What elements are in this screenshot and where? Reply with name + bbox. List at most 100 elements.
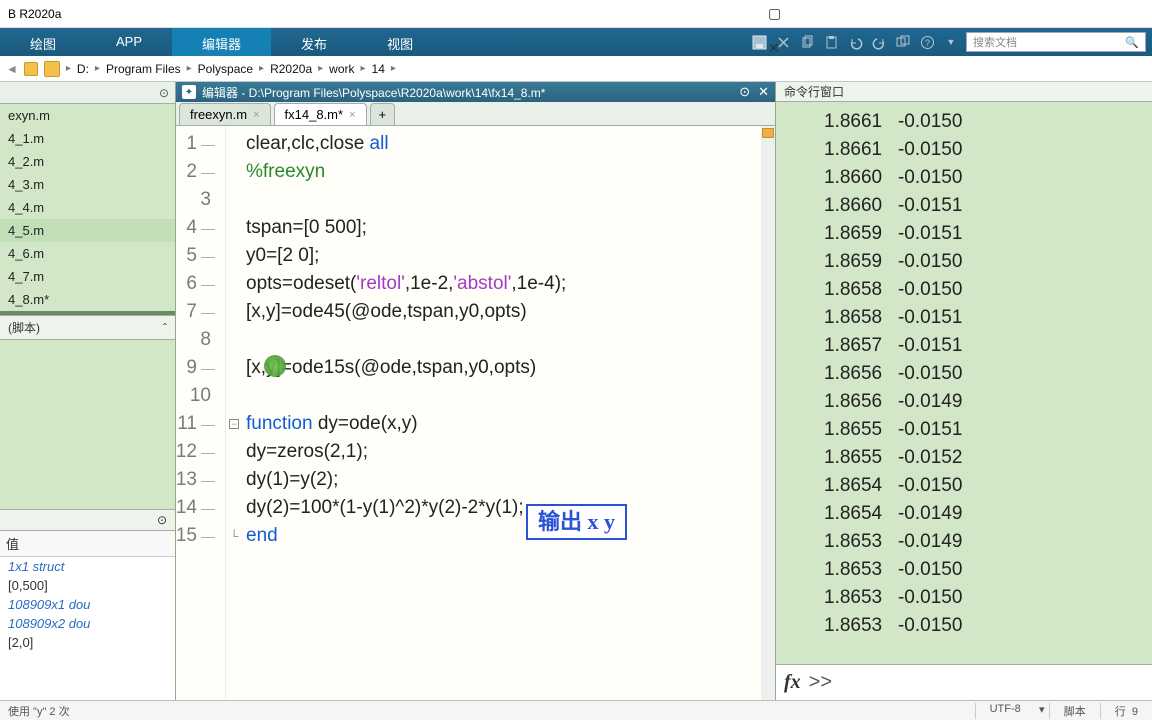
cut-icon[interactable] xyxy=(774,33,792,51)
code-line[interactable]: dy=zeros(2,1); xyxy=(246,438,769,466)
line-number[interactable]: 5— xyxy=(176,242,215,270)
code-line[interactable] xyxy=(246,326,769,354)
toolstrip-tab-4[interactable]: 视图 xyxy=(357,28,443,56)
editor-title-bar[interactable]: ✦ 编辑器 - D:\Program Files\Polyspace\R2020… xyxy=(176,82,775,102)
paste-icon[interactable] xyxy=(822,33,840,51)
code-line[interactable] xyxy=(246,382,769,410)
code-line[interactable]: dy(2)=100*(1-y(1)^2)*y(2)-2*y(1); xyxy=(246,494,769,522)
code-line[interactable]: y0=[2 0]; xyxy=(246,242,769,270)
workspace-value[interactable]: [0,500] xyxy=(0,576,175,595)
line-number[interactable]: 2— xyxy=(176,158,215,186)
editor-scrollbar[interactable] xyxy=(761,126,775,700)
breadcrumb-2[interactable]: Polyspace xyxy=(198,62,253,76)
history-icon[interactable] xyxy=(24,62,38,76)
code-line[interactable]: function dy=ode(x,y) xyxy=(246,410,769,438)
line-number[interactable]: 1— xyxy=(176,130,215,158)
folder-icon[interactable] xyxy=(44,61,60,77)
line-number[interactable]: 13— xyxy=(176,466,215,494)
panel-menu-icon[interactable]: ⊙ xyxy=(159,86,169,100)
switch-windows-icon[interactable] xyxy=(894,33,912,51)
editor-panel: ✦ 编辑器 - D:\Program Files\Polyspace\R2020… xyxy=(176,82,776,700)
status-encoding: UTF-8 xyxy=(975,703,1035,719)
dropdown-icon[interactable]: ▼ xyxy=(942,33,960,51)
code-line[interactable]: %freexyn xyxy=(246,158,769,186)
toolstrip-tab-0[interactable]: 绘图 xyxy=(0,28,86,56)
editor-tabs[interactable]: freexyn.m×fx14_8.m*×+ xyxy=(176,102,775,126)
editor-close-icon[interactable]: ✕ xyxy=(758,84,769,100)
file-list[interactable]: exyn.m4_1.m4_2.m4_3.m4_4.m4_5.m4_6.m4_7.… xyxy=(0,104,175,311)
line-number[interactable]: 9— xyxy=(176,354,215,382)
maximize-button[interactable]: ▢ xyxy=(768,5,1144,22)
breadcrumb-4[interactable]: work xyxy=(329,62,354,76)
code-line[interactable]: tspan=[0 500]; xyxy=(246,214,769,242)
search-input[interactable]: 搜索文档 🔍 xyxy=(966,32,1146,52)
file-item[interactable]: 4_5.m xyxy=(0,219,175,242)
line-number[interactable]: 12— xyxy=(176,438,215,466)
line-number[interactable]: 15— xyxy=(176,522,215,550)
panel-menu-icon-2[interactable]: ⊙ xyxy=(157,513,167,527)
code-line[interactable]: end xyxy=(246,522,769,550)
line-number[interactable]: 6— xyxy=(176,270,215,298)
file-item[interactable]: 4_7.m xyxy=(0,265,175,288)
code-line[interactable]: dy(1)=y(2); xyxy=(246,466,769,494)
toolstrip: 绘图APP编辑器发布视图 ? ▼ 搜索文档 🔍 xyxy=(0,28,1152,56)
address-bar[interactable]: ◄ ▸ D:▸Program Files▸Polyspace▸R2020a▸wo… xyxy=(0,56,1152,82)
workspace-value[interactable]: 1x1 struct xyxy=(0,557,175,576)
code-line[interactable]: clear,clc,close all xyxy=(246,130,769,158)
fold-icon[interactable]: − xyxy=(226,410,242,438)
workspace-value[interactable]: 108909x1 dou xyxy=(0,595,175,614)
code-line[interactable] xyxy=(246,186,769,214)
collapse-icon[interactable]: ˆ xyxy=(163,321,167,335)
toolstrip-tab-2[interactable]: 编辑器 xyxy=(172,28,271,56)
code-editor[interactable]: 1—2—34—5—6—7—89—1011—12—13—14—15— −└ 输出 … xyxy=(176,126,775,700)
output-row: 1.8661 -0.0150 xyxy=(788,136,1140,164)
dock-icon[interactable]: ⊙ xyxy=(739,84,750,100)
breadcrumb-3[interactable]: R2020a xyxy=(270,62,312,76)
fx-icon[interactable]: fx xyxy=(784,671,801,694)
new-tab-button[interactable]: + xyxy=(370,103,396,125)
line-number[interactable]: 10 xyxy=(176,382,215,410)
toolstrip-tab-1[interactable]: APP xyxy=(86,28,172,56)
editor-tab-0[interactable]: freexyn.m× xyxy=(179,103,271,125)
breadcrumb-5[interactable]: 14 xyxy=(372,62,385,76)
line-number[interactable]: 14— xyxy=(176,494,215,522)
copy-icon[interactable] xyxy=(798,33,816,51)
back-icon[interactable]: ◄ xyxy=(6,62,18,76)
workspace-value[interactable]: [2,0] xyxy=(0,633,175,652)
status-mode: 脚本 xyxy=(1049,703,1100,719)
code-line[interactable]: [x,y]=ode15s(@ode,tspan,y0,opts) xyxy=(246,354,769,382)
editor-tab-1[interactable]: fx14_8.m*× xyxy=(274,103,367,125)
file-item[interactable]: 4_6.m xyxy=(0,242,175,265)
line-number[interactable]: 7— xyxy=(176,298,215,326)
line-number[interactable]: 8 xyxy=(176,326,215,354)
output-row: 1.8655 -0.0151 xyxy=(788,416,1140,444)
help-icon[interactable]: ? xyxy=(918,33,936,51)
workspace-table[interactable]: 值 1x1 struct[0,500]108909x1 dou108909x2 … xyxy=(0,531,175,700)
line-number[interactable]: 11— xyxy=(176,410,215,438)
breadcrumb-1[interactable]: Program Files xyxy=(106,62,181,76)
file-item[interactable]: 4_3.m xyxy=(0,173,175,196)
save-icon[interactable] xyxy=(750,33,768,51)
file-item[interactable]: 4_1.m xyxy=(0,127,175,150)
command-prompt[interactable]: fx >> xyxy=(776,664,1152,700)
line-number[interactable]: 3 xyxy=(176,186,215,214)
line-number[interactable]: 4— xyxy=(176,214,215,242)
workspace-value[interactable]: 108909x2 dou xyxy=(0,614,175,633)
undo-icon[interactable] xyxy=(846,33,864,51)
output-row: 1.8658 -0.0150 xyxy=(788,276,1140,304)
code-line[interactable]: [x,y]=ode45(@ode,tspan,y0,opts) xyxy=(246,298,769,326)
file-item[interactable]: 4_8.m* xyxy=(0,288,175,311)
toolstrip-tab-3[interactable]: 发布 xyxy=(271,28,357,56)
file-item[interactable]: 4_2.m xyxy=(0,150,175,173)
status-arrow-icon[interactable]: ▾ xyxy=(1035,703,1049,719)
file-item[interactable]: 4_4.m xyxy=(0,196,175,219)
code-line[interactable]: opts=odeset('reltol',1e-2,'abstol',1e-4)… xyxy=(246,270,769,298)
command-window-output[interactable]: 1.8661 -0.01501.8661 -0.01501.8660 -0.01… xyxy=(776,102,1152,664)
search-icon[interactable]: 🔍 xyxy=(1125,36,1139,49)
file-item[interactable]: exyn.m xyxy=(0,104,175,127)
tab-close-icon[interactable]: × xyxy=(349,109,355,121)
output-row: 1.8659 -0.0150 xyxy=(788,248,1140,276)
redo-icon[interactable] xyxy=(870,33,888,51)
breadcrumb-0[interactable]: D: xyxy=(77,62,89,76)
tab-close-icon[interactable]: × xyxy=(253,109,259,121)
